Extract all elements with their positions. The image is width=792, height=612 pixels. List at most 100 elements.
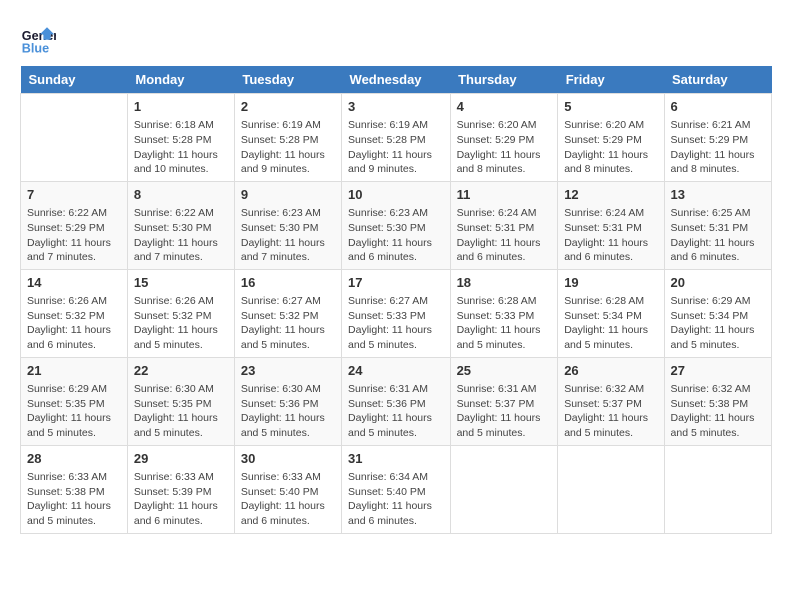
cell-info: Sunrise: 6:20 AMSunset: 5:29 PMDaylight:… [457,118,552,177]
calendar-table: SundayMondayTuesdayWednesdayThursdayFrid… [20,66,772,534]
cell-info: Sunrise: 6:31 AMSunset: 5:36 PMDaylight:… [348,382,444,441]
day-number: 18 [457,274,552,292]
calendar-cell: 1 Sunrise: 6:18 AMSunset: 5:28 PMDaylight… [127,94,234,182]
cell-info: Sunrise: 6:22 AMSunset: 5:29 PMDaylight:… [27,206,121,265]
cell-info: Sunrise: 6:27 AMSunset: 5:32 PMDaylight:… [241,294,335,353]
calendar-week-row: 1 Sunrise: 6:18 AMSunset: 5:28 PMDaylight… [21,94,772,182]
day-number: 30 [241,450,335,468]
calendar-cell: 30Sunrise: 6:33 AMSunset: 5:40 PMDayligh… [234,445,341,533]
cell-info: Sunrise: 6:26 AMSunset: 5:32 PMDaylight:… [134,294,228,353]
calendar-week-row: 7 Sunrise: 6:22 AMSunset: 5:29 PMDaylight… [21,181,772,269]
day-number: 4 [457,98,552,116]
day-number: 28 [27,450,121,468]
calendar-cell: 6 Sunrise: 6:21 AMSunset: 5:29 PMDaylight… [664,94,771,182]
day-number: 17 [348,274,444,292]
day-number: 5 [564,98,657,116]
cell-info: Sunrise: 6:19 AMSunset: 5:28 PMDaylight:… [348,118,444,177]
calendar-cell: 8 Sunrise: 6:22 AMSunset: 5:30 PMDaylight… [127,181,234,269]
day-number: 3 [348,98,444,116]
logo-icon: General Blue [20,20,56,56]
day-number: 22 [134,362,228,380]
calendar-cell: 4 Sunrise: 6:20 AMSunset: 5:29 PMDaylight… [450,94,558,182]
cell-info: Sunrise: 6:20 AMSunset: 5:29 PMDaylight:… [564,118,657,177]
calendar-cell: 21Sunrise: 6:29 AMSunset: 5:35 PMDayligh… [21,357,128,445]
day-number: 7 [27,186,121,204]
weekday-header-thursday: Thursday [450,66,558,94]
calendar-cell [558,445,664,533]
calendar-week-row: 28 Sunrise: 6:33 AMSunset: 5:38 PMDayligh… [21,445,772,533]
calendar-cell: 27 Sunrise: 6:32 AMSunset: 5:38 PMDayligh… [664,357,771,445]
cell-info: Sunrise: 6:30 AMSunset: 5:36 PMDaylight:… [241,382,335,441]
svg-text:Blue: Blue [22,41,49,55]
calendar-cell: 19 Sunrise: 6:28 AMSunset: 5:34 PMDayligh… [558,269,664,357]
cell-info: Sunrise: 6:22 AMSunset: 5:30 PMDaylight:… [134,206,228,265]
cell-info: Sunrise: 6:33 AMSunset: 5:38 PMDaylight:… [27,470,121,529]
calendar-cell [450,445,558,533]
day-number: 12 [564,186,657,204]
cell-info: Sunrise: 6:31 AMSunset: 5:37 PMDaylight:… [457,382,552,441]
calendar-cell: 16 Sunrise: 6:27 AMSunset: 5:32 PMDayligh… [234,269,341,357]
cell-info: Sunrise: 6:32 AMSunset: 5:38 PMDaylight:… [671,382,765,441]
calendar-cell: 23 Sunrise: 6:30 AMSunset: 5:36 PMDayligh… [234,357,341,445]
cell-info: Sunrise: 6:24 AMSunset: 5:31 PMDaylight:… [457,206,552,265]
day-number: 19 [564,274,657,292]
cell-info: Sunrise: 6:32 AMSunset: 5:37 PMDaylight:… [564,382,657,441]
calendar-cell: 26Sunrise: 6:32 AMSunset: 5:37 PMDayligh… [558,357,664,445]
calendar-cell: 12Sunrise: 6:24 AMSunset: 5:31 PMDayligh… [558,181,664,269]
day-number: 9 [241,186,335,204]
calendar-week-row: 21Sunrise: 6:29 AMSunset: 5:35 PMDayligh… [21,357,772,445]
cell-info: Sunrise: 6:23 AMSunset: 5:30 PMDaylight:… [348,206,444,265]
cell-info: Sunrise: 6:21 AMSunset: 5:29 PMDaylight:… [671,118,765,177]
calendar-cell: 7 Sunrise: 6:22 AMSunset: 5:29 PMDaylight… [21,181,128,269]
calendar-cell: 9Sunrise: 6:23 AMSunset: 5:30 PMDaylight… [234,181,341,269]
calendar-cell: 25Sunrise: 6:31 AMSunset: 5:37 PMDayligh… [450,357,558,445]
cell-info: Sunrise: 6:18 AMSunset: 5:28 PMDaylight:… [134,118,228,177]
day-number: 23 [241,362,335,380]
weekday-header-monday: Monday [127,66,234,94]
calendar-week-row: 14Sunrise: 6:26 AMSunset: 5:32 PMDayligh… [21,269,772,357]
calendar-cell: 14Sunrise: 6:26 AMSunset: 5:32 PMDayligh… [21,269,128,357]
day-number: 16 [241,274,335,292]
calendar-cell: 18Sunrise: 6:28 AMSunset: 5:33 PMDayligh… [450,269,558,357]
day-number: 11 [457,186,552,204]
day-number: 6 [671,98,765,116]
calendar-cell: 31 Sunrise: 6:34 AMSunset: 5:40 PMDayligh… [342,445,451,533]
calendar-cell: 3 Sunrise: 6:19 AMSunset: 5:28 PMDaylight… [342,94,451,182]
cell-info: Sunrise: 6:28 AMSunset: 5:34 PMDaylight:… [564,294,657,353]
calendar-cell: 17 Sunrise: 6:27 AMSunset: 5:33 PMDayligh… [342,269,451,357]
day-number: 27 [671,362,765,380]
calendar-cell: 13 Sunrise: 6:25 AMSunset: 5:31 PMDayligh… [664,181,771,269]
logo: General Blue [20,20,60,56]
day-number: 29 [134,450,228,468]
cell-info: Sunrise: 6:33 AMSunset: 5:39 PMDaylight:… [134,470,228,529]
cell-info: Sunrise: 6:30 AMSunset: 5:35 PMDaylight:… [134,382,228,441]
day-number: 31 [348,450,444,468]
cell-info: Sunrise: 6:34 AMSunset: 5:40 PMDaylight:… [348,470,444,529]
day-number: 1 [134,98,228,116]
calendar-cell [664,445,771,533]
cell-info: Sunrise: 6:27 AMSunset: 5:33 PMDaylight:… [348,294,444,353]
day-number: 2 [241,98,335,116]
cell-info: Sunrise: 6:26 AMSunset: 5:32 PMDaylight:… [27,294,121,353]
cell-info: Sunrise: 6:25 AMSunset: 5:31 PMDaylight:… [671,206,765,265]
weekday-header-saturday: Saturday [664,66,771,94]
weekday-header-friday: Friday [558,66,664,94]
day-number: 10 [348,186,444,204]
weekday-header-wednesday: Wednesday [342,66,451,94]
page-header: General Blue [20,20,772,56]
day-number: 24 [348,362,444,380]
calendar-cell [21,94,128,182]
calendar-cell: 15 Sunrise: 6:26 AMSunset: 5:32 PMDayligh… [127,269,234,357]
day-number: 15 [134,274,228,292]
calendar-cell: 28 Sunrise: 6:33 AMSunset: 5:38 PMDayligh… [21,445,128,533]
cell-info: Sunrise: 6:29 AMSunset: 5:35 PMDaylight:… [27,382,121,441]
calendar-cell: 5 Sunrise: 6:20 AMSunset: 5:29 PMDaylight… [558,94,664,182]
calendar-cell: 2Sunrise: 6:19 AMSunset: 5:28 PMDaylight… [234,94,341,182]
day-number: 13 [671,186,765,204]
cell-info: Sunrise: 6:29 AMSunset: 5:34 PMDaylight:… [671,294,765,353]
weekday-header-sunday: Sunday [21,66,128,94]
day-number: 20 [671,274,765,292]
calendar-cell: 11 Sunrise: 6:24 AMSunset: 5:31 PMDayligh… [450,181,558,269]
calendar-cell: 10 Sunrise: 6:23 AMSunset: 5:30 PMDayligh… [342,181,451,269]
day-number: 8 [134,186,228,204]
